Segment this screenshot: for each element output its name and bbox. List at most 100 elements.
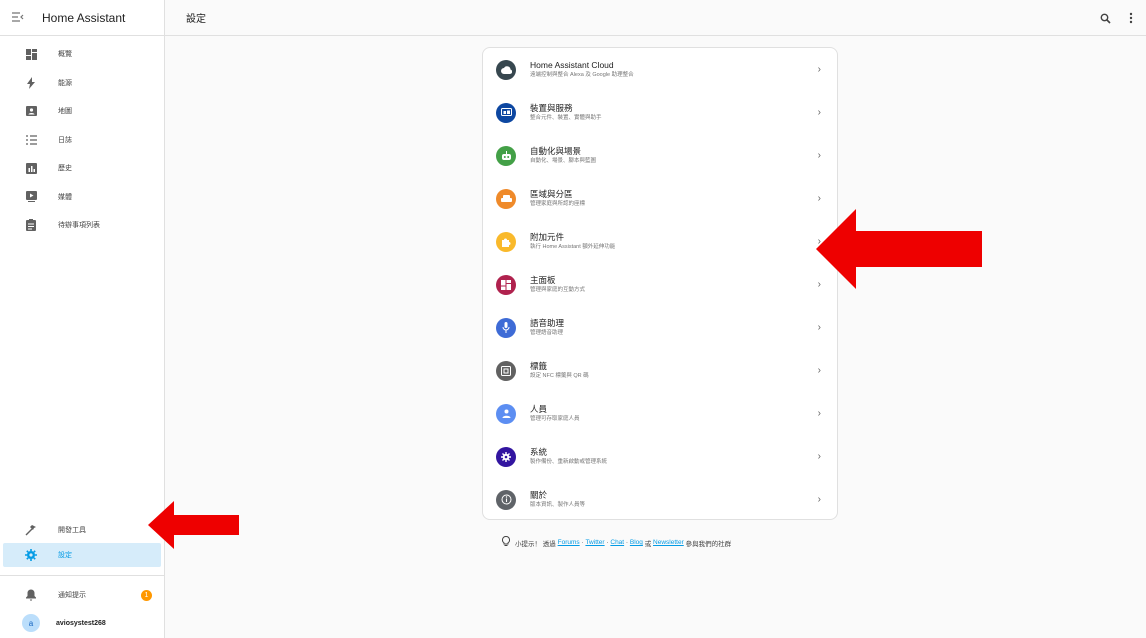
sidebar-item-settings[interactable]: 設定 <box>3 543 161 567</box>
info-icon <box>496 489 516 510</box>
settings-card: Home Assistant Cloud 遠端控制與整合 Alexa 及 Goo… <box>482 47 838 520</box>
annotation-arrow-left <box>148 501 239 549</box>
sidebar-item-label: 媒體 <box>58 193 72 201</box>
sidebar-item-label: 日誌 <box>58 136 72 144</box>
app-title: Home Assistant <box>42 10 126 25</box>
row-text: 人員 管理可存取家庭人員 <box>530 404 580 424</box>
chat-link[interactable]: Chat <box>610 539 624 546</box>
row-subtitle: 整合元件、裝置、實體與助手 <box>530 114 602 121</box>
settings-row-addons[interactable]: 附加元件 執行 Home Assistant 額外延伸功能 › <box>483 220 837 263</box>
sidebar-item-label: 能源 <box>58 79 72 87</box>
settings-row-areas[interactable]: 區域與分區 管理家庭與所認的座標 › <box>483 177 837 220</box>
sidebar-divider <box>0 575 164 576</box>
row-subtitle: 自動化、場景、腳本與藍圖 <box>530 157 597 164</box>
settings-row-automations[interactable]: 自動化與場景 自動化、場景、腳本與藍圖 › <box>483 134 837 177</box>
row-subtitle: 設定 NFC 標籤與 QR 碼 <box>530 372 589 379</box>
sidebar-item-todo[interactable]: 待辦事項列表 <box>0 211 164 240</box>
user-name: aviosystest268 <box>56 619 106 627</box>
row-subtitle: 管理可存取家庭人員 <box>530 415 580 422</box>
settings-row-dashboards[interactable]: 主面板 管理與家庭的互動方式 › <box>483 263 837 306</box>
sidebar-item-media[interactable]: 媒體 <box>0 183 164 212</box>
newsletter-link[interactable]: Newsletter <box>653 539 684 546</box>
lightbulb-icon <box>501 535 511 549</box>
sidebar-header: Home Assistant <box>0 0 164 36</box>
settings-row-about[interactable]: 關於 版本資訊、製作人員等 › <box>483 478 837 521</box>
sidebar-item-label: 待辦事項列表 <box>58 222 100 230</box>
more-vert-icon[interactable] <box>1124 11 1138 25</box>
devices-icon <box>496 102 516 123</box>
row-text: 區域與分區 管理家庭與所認的座標 <box>530 189 585 209</box>
row-text: Home Assistant Cloud 遠端控制與整合 Alexa 及 Goo… <box>530 60 634 80</box>
gear-icon <box>496 446 516 467</box>
avatar: a <box>22 614 40 632</box>
tip-prefix: 小提示！ 透過 <box>515 540 556 548</box>
microphone-icon <box>496 317 516 338</box>
row-title: 附加元件 <box>530 231 565 242</box>
row-text: 標籤 設定 NFC 標籤與 QR 碼 <box>530 361 589 381</box>
puzzle-icon <box>496 231 516 252</box>
chevron-right-icon: › <box>817 408 821 419</box>
tag-icon <box>496 360 516 381</box>
sofa-icon <box>496 188 516 209</box>
settings-row-system[interactable]: 系統 製作備份、重新啟動或管理系統 › <box>483 435 837 478</box>
sidebar-item-history[interactable]: 歷史 <box>0 154 164 183</box>
chevron-right-icon: › <box>817 494 821 505</box>
row-title: 語音助理 <box>530 317 565 328</box>
map-icon <box>24 104 38 118</box>
sidebar-item-energy[interactable]: 能源 <box>0 69 164 98</box>
lightning-icon <box>24 76 38 90</box>
twitter-link[interactable]: Twitter <box>585 539 604 546</box>
row-text: 主面板 管理與家庭的互動方式 <box>530 275 585 295</box>
blog-link[interactable]: Blog <box>630 539 643 546</box>
row-subtitle: 製作備份、重新啟動或管理系統 <box>530 458 608 465</box>
row-title: 自動化與場景 <box>530 145 582 156</box>
toolbar-actions <box>1098 0 1138 36</box>
row-text: 關於 版本資訊、製作人員等 <box>530 490 585 510</box>
settings-row-devices[interactable]: 裝置與服務 整合元件、裝置、實體與助手 › <box>483 91 837 134</box>
cloud-icon <box>496 59 516 80</box>
chevron-right-icon: › <box>817 193 821 204</box>
row-subtitle: 管理家庭與所認的座標 <box>530 200 586 207</box>
row-subtitle: 執行 Home Assistant 額外延伸功能 <box>530 243 616 250</box>
sidebar-item-label: 地圖 <box>58 108 72 116</box>
chevron-right-icon: › <box>817 365 821 376</box>
sidebar-item-logbook[interactable]: 日誌 <box>0 126 164 155</box>
person-icon <box>496 403 516 424</box>
row-title: 標籤 <box>530 360 548 371</box>
notification-badge: 1 <box>141 589 152 601</box>
chevron-right-icon: › <box>817 64 821 75</box>
sidebar-item-map[interactable]: 地圖 <box>0 97 164 126</box>
row-text: 附加元件 執行 Home Assistant 額外延伸功能 <box>530 232 615 252</box>
top-bar: 設定 <box>165 0 1146 36</box>
row-text: 自動化與場景 自動化、場景、腳本與藍圖 <box>530 146 596 166</box>
row-subtitle: 遠端控制與整合 Alexa 及 Google 助理整合 <box>530 71 634 78</box>
sidebar-item-label: 開發工具 <box>58 527 86 534</box>
sidebar-nav: 概覽 能源 地圖 日誌 歷史 媒體 待辦事項列表 <box>0 40 164 240</box>
row-text: 系統 製作備份、重新啟動或管理系統 <box>530 447 607 467</box>
row-subtitle: 管理與家庭的互動方式 <box>530 286 586 293</box>
row-title: 主面板 <box>530 274 556 285</box>
search-icon[interactable] <box>1098 11 1112 25</box>
row-title: 系統 <box>530 446 548 457</box>
sidebar-item-dev-tools[interactable]: 開發工具 <box>0 517 164 543</box>
menu-collapse-icon[interactable] <box>0 10 36 25</box>
clipboard-list-icon <box>24 218 38 232</box>
sidebar-item-overview[interactable]: 概覽 <box>0 40 164 69</box>
sidebar-item-notifications[interactable]: 通知提示 1 <box>0 582 164 608</box>
sidebar-item-label: 通知提示 <box>58 592 86 599</box>
dashboard-icon <box>496 274 516 295</box>
app: Home Assistant 概覽 能源 地圖 日誌 歷史 媒體 待辦事項列表 … <box>0 0 1146 638</box>
settings-row-tags[interactable]: 標籤 設定 NFC 標籤與 QR 碼 › <box>483 349 837 392</box>
settings-row-cloud[interactable]: Home Assistant Cloud 遠端控制與整合 Alexa 及 Goo… <box>483 48 837 91</box>
sidebar-item-user[interactable]: a aviosystest268 <box>0 608 164 638</box>
hammer-icon <box>24 523 38 537</box>
row-title: 裝置與服務 <box>530 102 573 113</box>
media-play-icon <box>24 190 38 204</box>
settings-row-people[interactable]: 人員 管理可存取家庭人員 › <box>483 392 837 435</box>
row-subtitle: 管理語音助理 <box>530 329 564 336</box>
settings-row-voice-assistants[interactable]: 語音助理 管理語音助理 › <box>483 306 837 349</box>
chevron-right-icon: › <box>817 150 821 161</box>
logbook-icon <box>24 133 38 147</box>
forums-link[interactable]: Forums <box>558 539 580 546</box>
row-title: 人員 <box>530 403 548 414</box>
